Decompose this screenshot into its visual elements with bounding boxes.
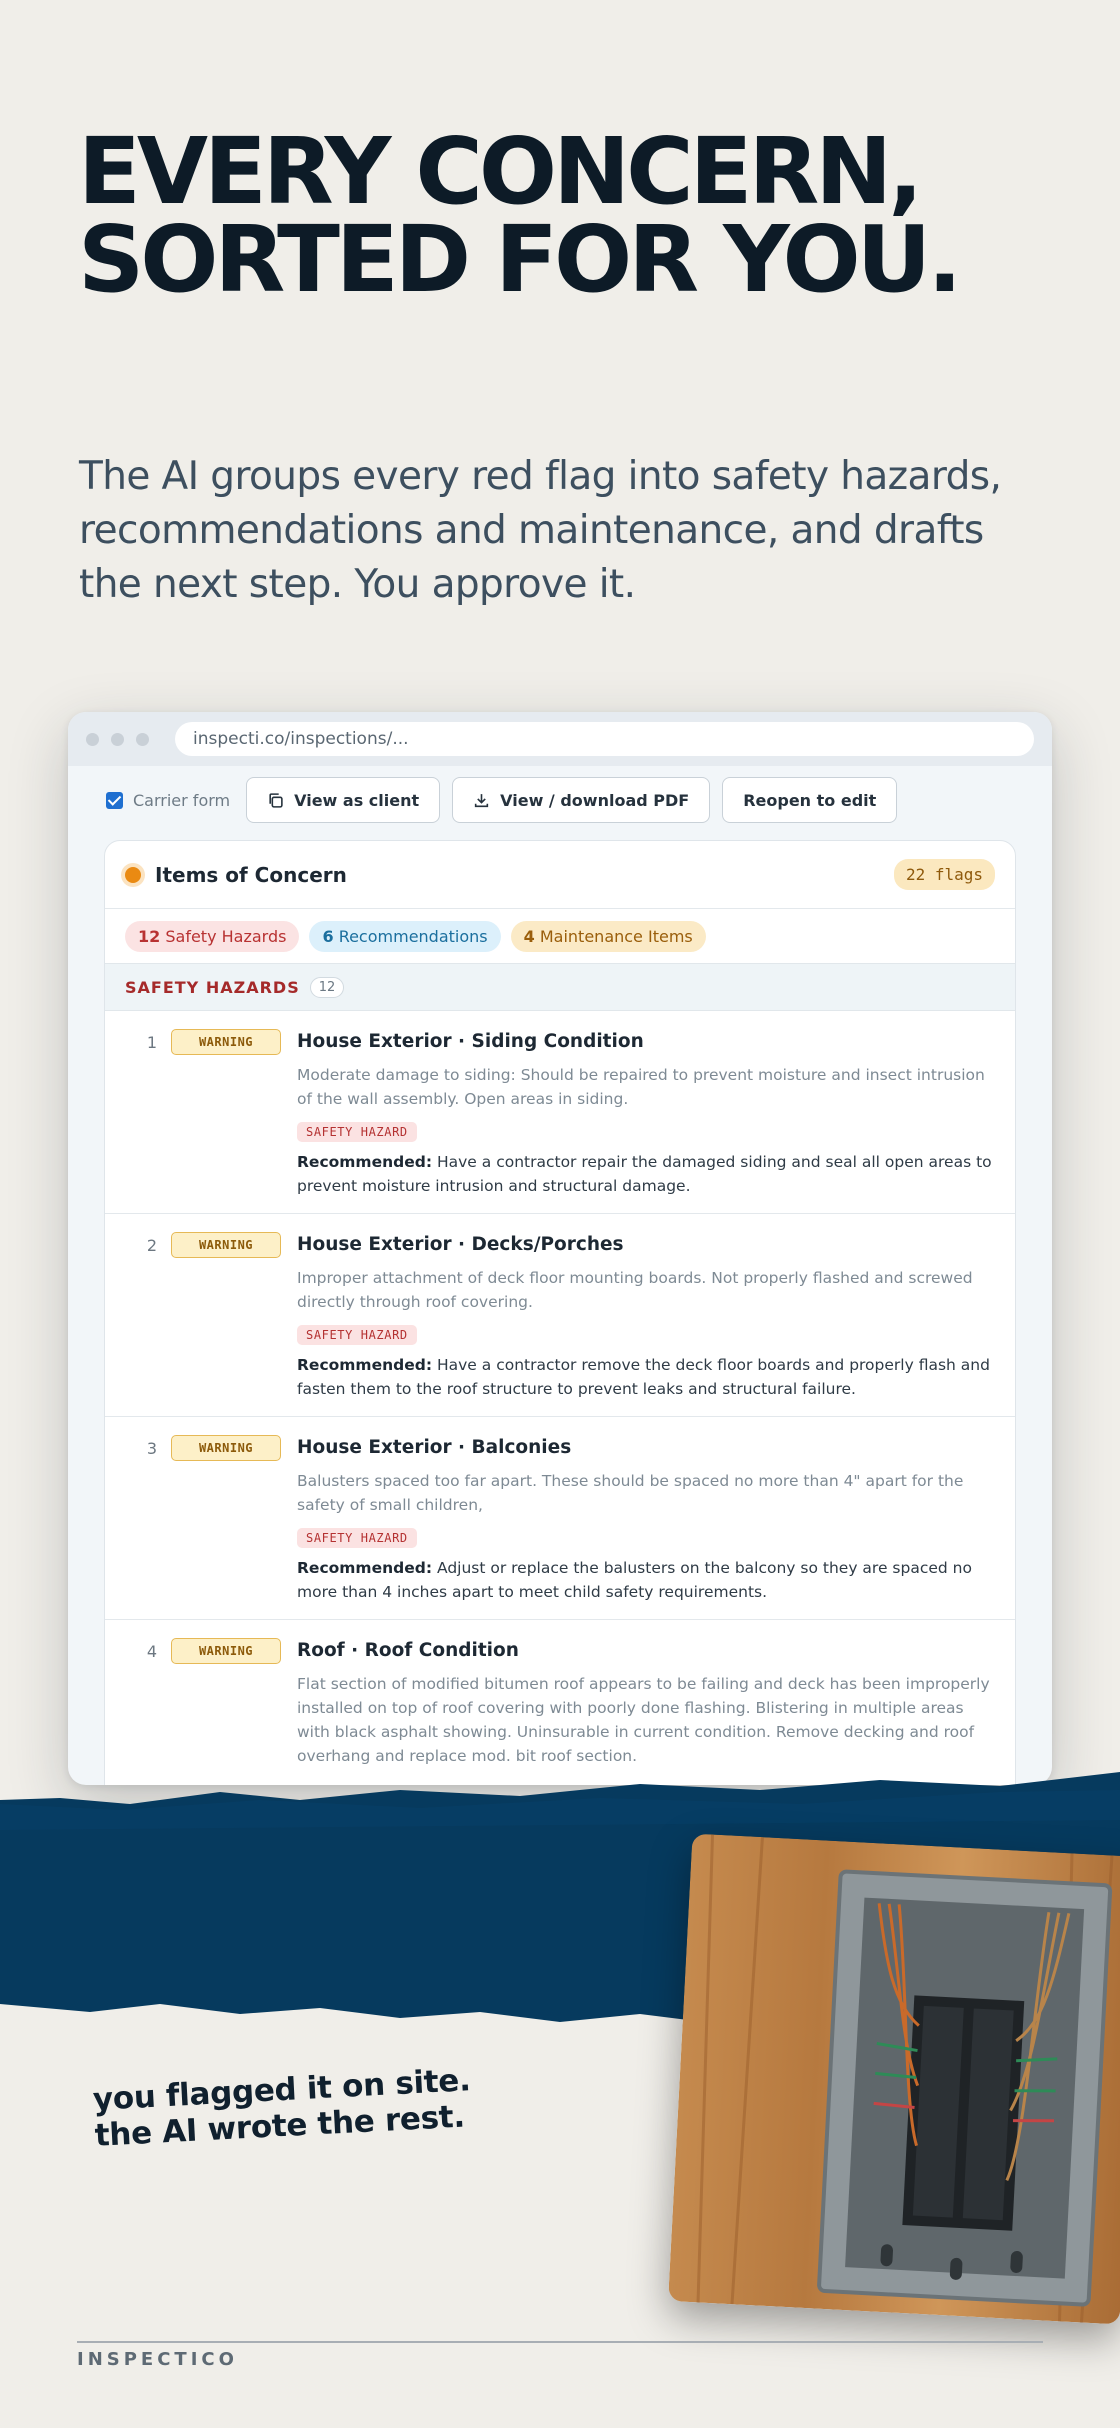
recommended-label: Recommended: xyxy=(297,1356,433,1374)
warning-badge: WARNING xyxy=(171,1435,281,1461)
item-description: Flat section of modified bitumen roof ap… xyxy=(297,1675,990,1765)
electrical-panel-photo xyxy=(668,1833,1120,2325)
pill-label: Safety Hazards xyxy=(165,926,287,946)
warning-badge: WARNING xyxy=(171,1029,281,1055)
item-description: Improper attachment of deck floor mounti… xyxy=(297,1269,973,1311)
item-number: 1 xyxy=(146,1033,157,1052)
pill-maintenance-items[interactable]: 4 Maintenance Items xyxy=(510,920,706,952)
view-download-pdf-label: View / download PDF xyxy=(500,790,690,810)
section-count-badge: 12 xyxy=(309,976,345,998)
url-text: inspecti.co/inspections/... xyxy=(193,729,409,749)
headline-line-1: EVERY CONCERN, xyxy=(78,118,923,225)
item-recommendation: Recommended: Have a contractor remove th… xyxy=(297,1353,995,1401)
brand-wordmark: INSPECTICO xyxy=(77,2349,238,2370)
safety-hazard-tag: SAFETY HAZARD xyxy=(297,1325,417,1345)
recommended-label: Recommended: xyxy=(297,1559,433,1577)
reopen-to-edit-label: Reopen to edit xyxy=(743,790,877,810)
window-dot-icon xyxy=(136,732,149,746)
item-title: House Exterior · Balconies xyxy=(297,1437,572,1458)
pill-label: Recommendations xyxy=(338,926,488,946)
recommended-label: Recommended: xyxy=(297,1153,433,1171)
warning-badge: WARNING xyxy=(171,1638,281,1664)
safety-hazard-tag: SAFETY HAZARD xyxy=(297,1528,417,1548)
headline: EVERY CONCERN, SORTED FOR YOU. xyxy=(78,118,1078,313)
electrical-panel-illustration xyxy=(668,1833,1120,2325)
item-title: House Exterior · Siding Condition xyxy=(297,1031,644,1052)
concern-item[interactable]: 1 WARNING House Exterior · Siding Condit… xyxy=(105,1011,1015,1214)
panel-header: Items of Concern 22 flags xyxy=(105,841,1015,909)
carrier-form-toggle[interactable]: Carrier form xyxy=(106,791,230,810)
checkbox-checked-icon[interactable] xyxy=(106,791,123,809)
safety-hazards-section-header: SAFETY HAZARDS 12 xyxy=(105,963,1015,1011)
items-of-concern-panel: Items of Concern 22 flags 12 Safety Haza… xyxy=(104,840,1016,1785)
item-recommendation: Recommended: Have a contractor repair th… xyxy=(297,1150,995,1198)
carrier-form-label: Carrier form xyxy=(133,790,231,810)
item-number: 4 xyxy=(146,1642,157,1661)
panel-title: Items of Concern xyxy=(155,862,347,887)
browser-window: inspecti.co/inspections/... Carrier form… xyxy=(68,712,1052,1785)
footer-divider xyxy=(77,2341,1043,2343)
subhead: The AI groups every red flag into safety… xyxy=(79,454,1002,607)
browser-chrome: inspecti.co/inspections/... xyxy=(68,712,1052,766)
item-number: 2 xyxy=(146,1236,157,1255)
item-description: Balusters spaced too far apart. These sh… xyxy=(297,1472,964,1514)
view-download-pdf-button[interactable]: View / download PDF xyxy=(452,777,711,823)
concern-item[interactable]: 2 WARNING House Exterior · Decks/Porches… xyxy=(105,1214,1015,1417)
item-description: Moderate damage to siding: Should be rep… xyxy=(297,1066,985,1108)
pill-safety-hazards[interactable]: 12 Safety Hazards xyxy=(125,920,300,952)
item-body: House Exterior · Balconies Balusters spa… xyxy=(297,1435,995,1604)
safety-hazard-tag: SAFETY HAZARD xyxy=(297,1122,417,1142)
pill-count: 6 xyxy=(322,926,334,946)
copy-icon xyxy=(269,792,283,808)
flags-count-badge: 22 flags xyxy=(893,859,995,890)
download-icon xyxy=(475,793,489,807)
view-as-client-button[interactable]: View as client xyxy=(246,777,441,823)
item-body: House Exterior · Decks/Porches Improper … xyxy=(297,1232,995,1401)
status-dot-icon xyxy=(125,866,141,883)
view-as-client-label: View as client xyxy=(294,790,420,810)
item-body: House Exterior · Siding Condition Modera… xyxy=(297,1029,995,1198)
pill-label: Maintenance Items xyxy=(539,926,693,946)
pill-count: 12 xyxy=(138,926,161,946)
item-number: 3 xyxy=(146,1439,157,1458)
address-bar[interactable]: inspecti.co/inspections/... xyxy=(175,722,1034,756)
item-body: Roof · Roof Condition Flat section of mo… xyxy=(297,1638,995,1778)
section-title: SAFETY HAZARDS xyxy=(125,977,300,997)
item-recommendation: Recommended: Adjust or replace the balus… xyxy=(297,1556,995,1604)
item-title: House Exterior · Decks/Porches xyxy=(297,1234,624,1255)
reopen-to-edit-button[interactable]: Reopen to edit xyxy=(722,777,898,823)
report-toolbar: Carrier form View as client View / downl… xyxy=(68,766,1052,834)
item-title: Roof · Roof Condition xyxy=(297,1640,519,1661)
window-dot-icon xyxy=(111,732,124,746)
headline-line-2: SORTED FOR YOU. xyxy=(78,206,962,313)
window-dot-icon xyxy=(86,732,99,746)
pill-recommendations[interactable]: 6 Recommendations xyxy=(309,920,501,952)
warning-badge: WARNING xyxy=(171,1232,281,1258)
category-filter-pills: 12 Safety Hazards 6 Recommendations 4 Ma… xyxy=(105,909,1015,963)
concern-item[interactable]: 3 WARNING House Exterior · Balconies Bal… xyxy=(105,1417,1015,1620)
pill-count: 4 xyxy=(523,926,535,946)
